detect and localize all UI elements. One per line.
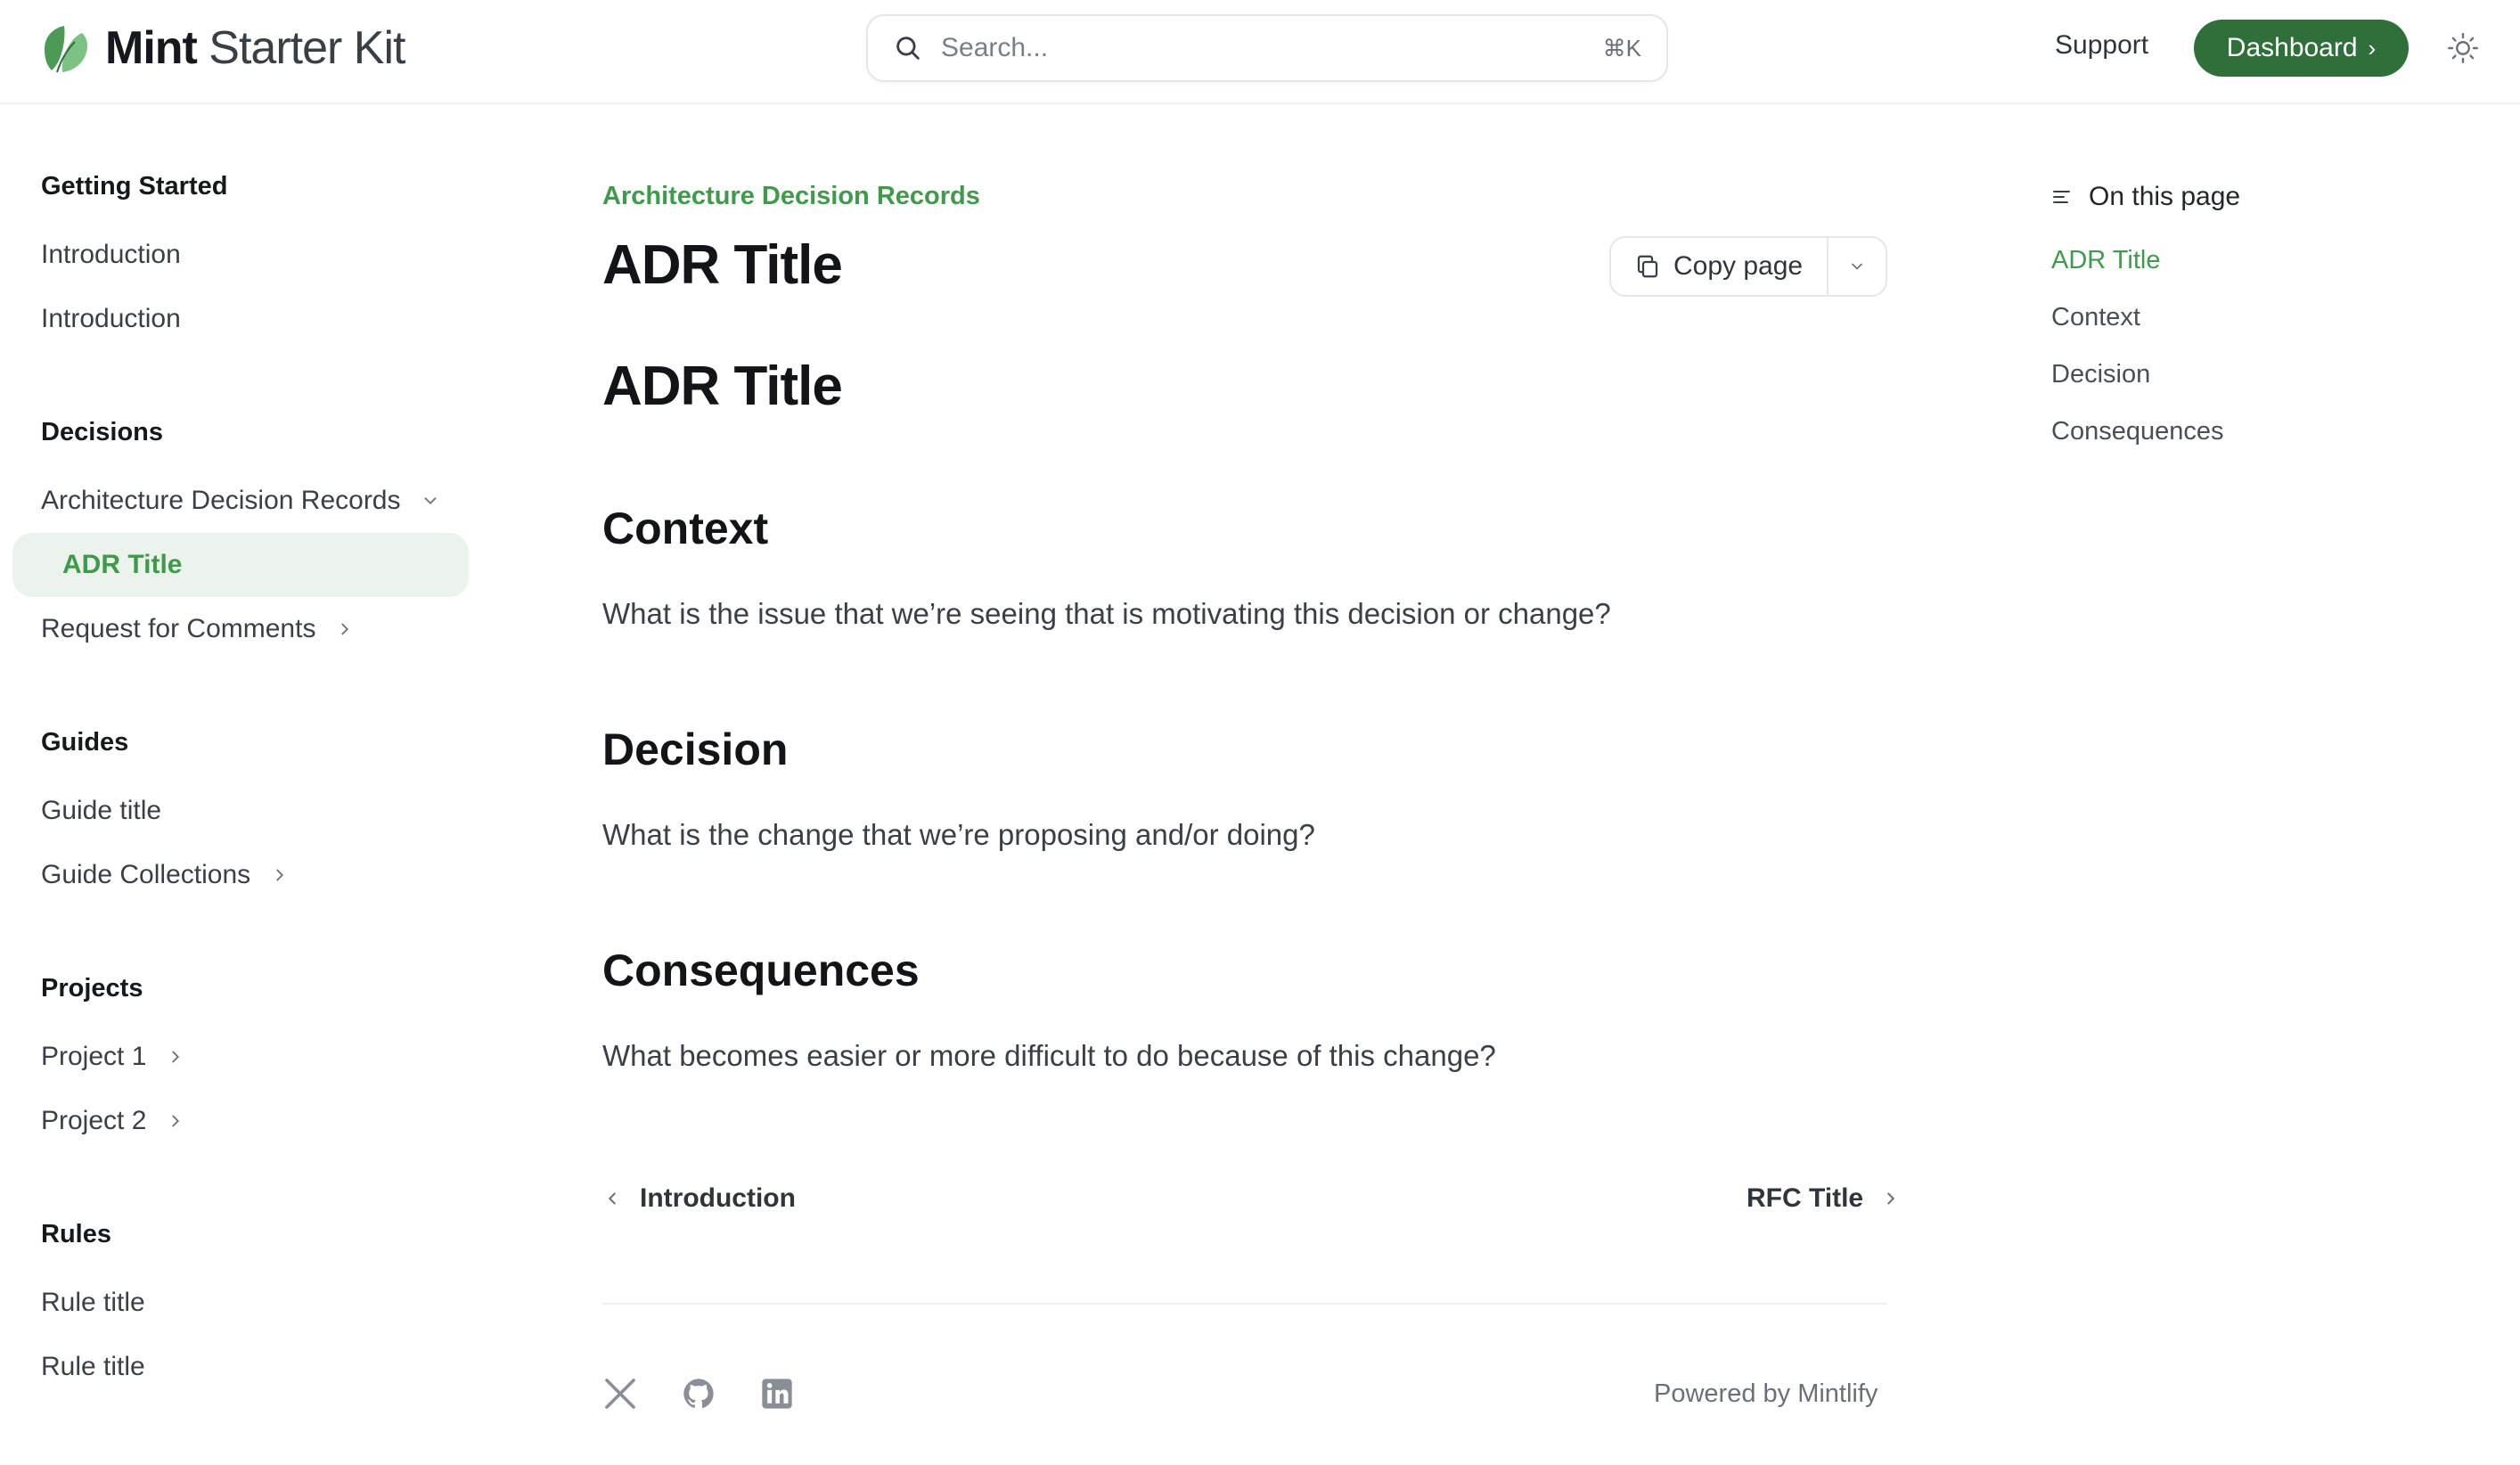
copy-page-group: Copy page — [1609, 236, 1887, 297]
previous-page-label: Introduction — [640, 1183, 796, 1213]
search-placeholder: Search... — [941, 33, 1049, 62]
github-icon[interactable] — [681, 1376, 716, 1412]
section-heading-decision: Decision — [602, 724, 789, 774]
footer-divider — [602, 1303, 1887, 1305]
list-icon — [2053, 191, 2070, 203]
search-icon — [896, 37, 920, 60]
toc-item-context[interactable]: Context — [2051, 303, 2140, 332]
copy-options-dropdown[interactable] — [1829, 238, 1886, 295]
copy-page-label: Copy page — [1673, 251, 1804, 281]
toc-heading: On this page — [2051, 182, 2240, 212]
sidebar-group-title: Guides — [41, 728, 129, 757]
previous-page-link[interactable]: Introduction — [602, 1183, 796, 1214]
chevron-right-icon — [172, 1051, 180, 1063]
chevron-right-icon — [1887, 1192, 1895, 1205]
toc-item-adr-title[interactable]: ADR Title — [2051, 246, 2160, 275]
top-header: Mint Starter Kit Search... ⌘K Support Da… — [0, 0, 2520, 104]
x-icon[interactable] — [602, 1376, 638, 1412]
breadcrumb[interactable]: Architecture Decision Records — [602, 182, 980, 211]
section-heading-context: Context — [602, 503, 769, 553]
toc-item-consequences[interactable]: Consequences — [2051, 417, 2223, 446]
sidebar-item-guide-title[interactable]: Guide title — [41, 796, 161, 826]
section-body-consequences: What becomes easier or more difficult to… — [602, 1039, 1496, 1072]
dashboard-button[interactable]: Dashboard › — [2194, 20, 2409, 77]
sidebar-item-rule-title[interactable]: Rule title — [41, 1288, 145, 1318]
site-logo[interactable]: Mint Starter Kit — [39, 21, 405, 75]
sidebar-item-project-1[interactable]: Project 1 — [41, 1042, 185, 1072]
support-link[interactable]: Support — [2055, 30, 2148, 61]
toc-item-decision[interactable]: Decision — [2051, 360, 2150, 389]
content-heading-adr-title: ADR Title — [602, 356, 843, 417]
sidebar-nav: Getting Started Introduction Introductio… — [0, 104, 481, 1465]
sidebar-group-title: Projects — [41, 974, 143, 1003]
section-body-context: What is the issue that we’re seeing that… — [602, 597, 1611, 630]
toc-heading-label: On this page — [2089, 182, 2241, 211]
dashboard-label: Dashboard — [2226, 33, 2358, 62]
chevron-right-icon — [341, 623, 349, 635]
chevron-right-icon — [276, 869, 284, 881]
chevron-down-icon — [424, 497, 436, 505]
sidebar-group-title: Getting Started — [41, 172, 228, 201]
chevron-left-icon — [608, 1192, 616, 1205]
sidebar-item-rule-title[interactable]: Rule title — [41, 1352, 145, 1382]
chevron-right-icon — [172, 1115, 180, 1127]
logo-text: Mint Starter Kit — [105, 22, 405, 74]
sidebar-item-request-for-comments[interactable]: Request for Comments — [41, 614, 355, 644]
next-page-label: RFC Title — [1747, 1183, 1864, 1213]
copy-icon — [1637, 255, 1658, 278]
leaf-logo-icon — [45, 26, 87, 73]
powered-by-link[interactable]: Powered by Mintlify — [1654, 1379, 1878, 1409]
sidebar-item-introduction[interactable]: Introduction — [41, 240, 181, 270]
sidebar-item-introduction[interactable]: Introduction — [41, 304, 181, 334]
sidebar-group-title: Decisions — [41, 418, 163, 446]
page-title: ADR Title — [602, 234, 843, 296]
chevron-down-icon — [1852, 263, 1862, 270]
sidebar-group-title: Rules — [41, 1220, 111, 1248]
search-input[interactable]: Search... ⌘K — [866, 14, 1668, 82]
sidebar-item-guide-collections[interactable]: Guide Collections — [41, 860, 290, 890]
copy-page-button[interactable]: Copy page — [1611, 238, 1829, 295]
search-shortcut: ⌘K — [1602, 34, 1641, 61]
sun-icon[interactable] — [2447, 32, 2479, 64]
next-page-link[interactable]: RFC Title — [1747, 1183, 1901, 1214]
linkedin-icon[interactable] — [759, 1376, 795, 1412]
section-heading-consequences: Consequences — [602, 945, 920, 995]
chevron-right-icon: › — [2368, 34, 2377, 61]
sidebar-item-architecture-decision-records[interactable]: Architecture Decision Records — [41, 486, 440, 516]
sidebar-item-project-2[interactable]: Project 2 — [41, 1106, 185, 1136]
section-body-decision: What is the change that we’re proposing … — [602, 818, 1315, 851]
sidebar-item-adr-title[interactable]: ADR Title — [12, 533, 469, 597]
